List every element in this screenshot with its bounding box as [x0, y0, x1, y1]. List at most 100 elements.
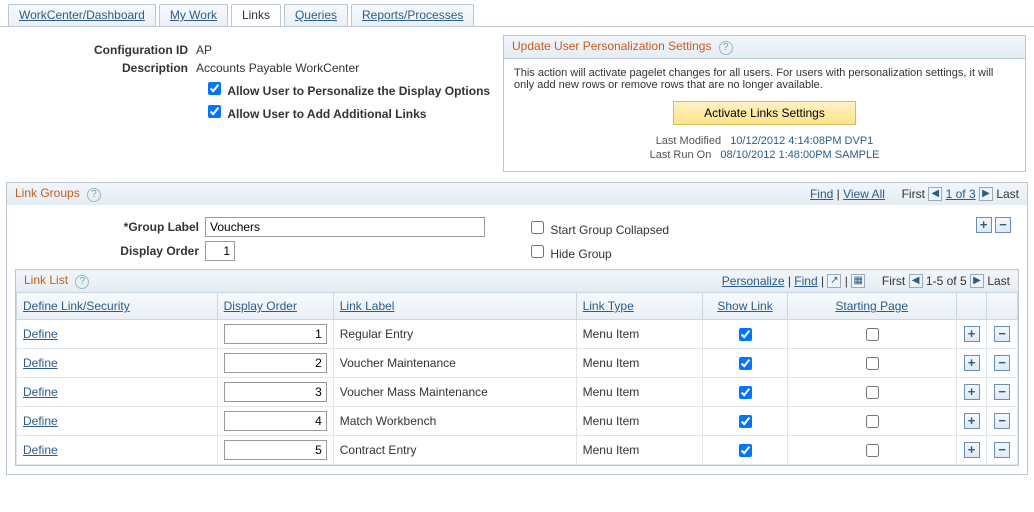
col-show[interactable]: Show Link — [703, 293, 787, 320]
hide-group-checkbox[interactable] — [531, 245, 544, 258]
link-list-personalize[interactable]: Personalize — [722, 274, 785, 288]
add-row-button[interactable]: + — [964, 326, 980, 342]
help-icon[interactable]: ? — [87, 188, 101, 202]
start-collapsed-checkbox[interactable] — [531, 221, 544, 234]
table-row: Define Contract EntryMenu Item +− — [17, 436, 1018, 465]
page-tabs: WorkCenter/Dashboard My Work Links Queri… — [0, 0, 1034, 27]
config-id-label: Configuration ID — [6, 43, 196, 57]
allow-addlinks-label: Allow User to Add Additional Links — [227, 107, 426, 121]
link-list-counter: 1-5 of 5 — [926, 274, 967, 288]
help-icon[interactable]: ? — [75, 275, 89, 289]
row-order-input[interactable] — [224, 382, 327, 402]
prev-icon[interactable]: ◀ — [909, 274, 923, 288]
tab-reports[interactable]: Reports/Processes — [351, 4, 474, 26]
row-label: Contract Entry — [333, 436, 576, 465]
zoom-icon[interactable]: ↗ — [827, 274, 841, 288]
last-run-value: 08/10/2012 1:48:00PM SAMPLE — [720, 149, 879, 161]
remove-group-button[interactable]: − — [995, 217, 1011, 233]
table-row: Define Regular EntryMenu Item +− — [17, 320, 1018, 349]
define-link[interactable]: Define — [23, 327, 58, 341]
link-groups-find[interactable]: Find — [810, 187, 833, 201]
add-group-button[interactable]: + — [976, 217, 992, 233]
row-label: Regular Entry — [333, 320, 576, 349]
group-label-input[interactable] — [205, 217, 485, 237]
show-link-checkbox[interactable] — [739, 386, 752, 399]
update-panel-body: This action will activate pagelet change… — [514, 67, 1015, 91]
table-row: DefineMatch WorkbenchMenu Item+− — [17, 407, 1018, 436]
define-link[interactable]: Define — [23, 443, 58, 457]
link-list-find[interactable]: Find — [794, 274, 817, 288]
table-row: DefineVoucher MaintenanceMenu Item+− — [17, 349, 1018, 378]
starting-page-checkbox[interactable] — [866, 386, 879, 399]
row-label: Match Workbench — [333, 407, 576, 436]
define-link[interactable]: Define — [23, 414, 58, 428]
remove-row-button[interactable]: − — [994, 384, 1010, 400]
row-type: Menu Item — [576, 320, 703, 349]
define-link[interactable]: Define — [23, 385, 58, 399]
row-order-input[interactable] — [224, 353, 327, 373]
add-row-button[interactable]: + — [964, 355, 980, 371]
tab-mywork[interactable]: My Work — [159, 4, 228, 26]
show-link-checkbox[interactable] — [739, 328, 752, 341]
col-start[interactable]: Starting Page — [787, 293, 956, 320]
update-personalization-panel: Update User Personalization Settings ? T… — [503, 35, 1026, 172]
col-define[interactable]: Define Link/Security — [17, 293, 218, 320]
grid-icon[interactable]: ▦ — [851, 274, 865, 288]
help-icon[interactable]: ? — [719, 41, 733, 55]
start-collapsed-label: Start Group Collapsed — [550, 223, 669, 237]
update-panel-title: Update User Personalization Settings — [512, 39, 711, 53]
add-row-button[interactable]: + — [964, 442, 980, 458]
show-link-checkbox[interactable] — [739, 444, 752, 457]
link-groups-counter[interactable]: 1 of 3 — [946, 187, 976, 201]
remove-row-button[interactable]: − — [994, 326, 1010, 342]
next-icon[interactable]: ▶ — [970, 274, 984, 288]
add-row-button[interactable]: + — [964, 384, 980, 400]
group-label-lbl: *Group Label — [15, 220, 205, 234]
link-groups-title: Link Groups — [15, 186, 80, 200]
link-list-last: Last — [987, 274, 1010, 288]
add-row-button[interactable]: + — [964, 413, 980, 429]
row-order-input[interactable] — [224, 324, 327, 344]
show-link-checkbox[interactable] — [739, 357, 752, 370]
row-type: Menu Item — [576, 378, 703, 407]
allow-personalize-checkbox[interactable] — [208, 82, 221, 95]
col-type[interactable]: Link Type — [576, 293, 703, 320]
activate-links-settings-button[interactable]: Activate Links Settings — [673, 101, 856, 125]
link-groups-last: Last — [996, 187, 1019, 201]
row-order-input[interactable] — [224, 411, 327, 431]
link-groups-viewall[interactable]: View All — [843, 187, 885, 201]
tab-workcenter[interactable]: WorkCenter/Dashboard — [8, 4, 156, 26]
description-value: Accounts Payable WorkCenter — [196, 61, 359, 75]
link-groups-section: Link Groups ? Find | View All First ◀ 1 … — [6, 182, 1028, 475]
allow-personalize-label: Allow User to Personalize the Display Op… — [227, 84, 490, 98]
row-type: Menu Item — [576, 436, 703, 465]
show-link-checkbox[interactable] — [739, 415, 752, 428]
remove-row-button[interactable]: − — [994, 355, 1010, 371]
description-label: Description — [6, 61, 196, 75]
display-order-lbl: Display Order — [15, 244, 205, 258]
link-list-grid: Link List ? Personalize | Find | ↗ | ▦ F… — [15, 269, 1019, 466]
link-list-first: First — [882, 274, 905, 288]
last-modified-value: 10/12/2012 4:14:08PM DVP1 — [730, 135, 873, 147]
allow-addlinks-checkbox[interactable] — [208, 105, 221, 118]
last-run-label: Last Run On — [650, 149, 712, 161]
starting-page-checkbox[interactable] — [866, 415, 879, 428]
remove-row-button[interactable]: − — [994, 442, 1010, 458]
config-id-value: AP — [196, 43, 212, 57]
tab-queries[interactable]: Queries — [284, 4, 348, 26]
row-type: Menu Item — [576, 349, 703, 378]
link-groups-first: First — [902, 187, 925, 201]
row-label: Voucher Mass Maintenance — [333, 378, 576, 407]
prev-icon[interactable]: ◀ — [928, 187, 942, 201]
col-order[interactable]: Display Order — [217, 293, 333, 320]
next-icon[interactable]: ▶ — [979, 187, 993, 201]
display-order-input[interactable] — [205, 241, 235, 261]
define-link[interactable]: Define — [23, 356, 58, 370]
starting-page-checkbox[interactable] — [866, 444, 879, 457]
col-label[interactable]: Link Label — [333, 293, 576, 320]
row-order-input[interactable] — [224, 440, 327, 460]
starting-page-checkbox[interactable] — [866, 357, 879, 370]
remove-row-button[interactable]: − — [994, 413, 1010, 429]
starting-page-checkbox[interactable] — [866, 328, 879, 341]
tab-links[interactable]: Links — [231, 4, 281, 26]
